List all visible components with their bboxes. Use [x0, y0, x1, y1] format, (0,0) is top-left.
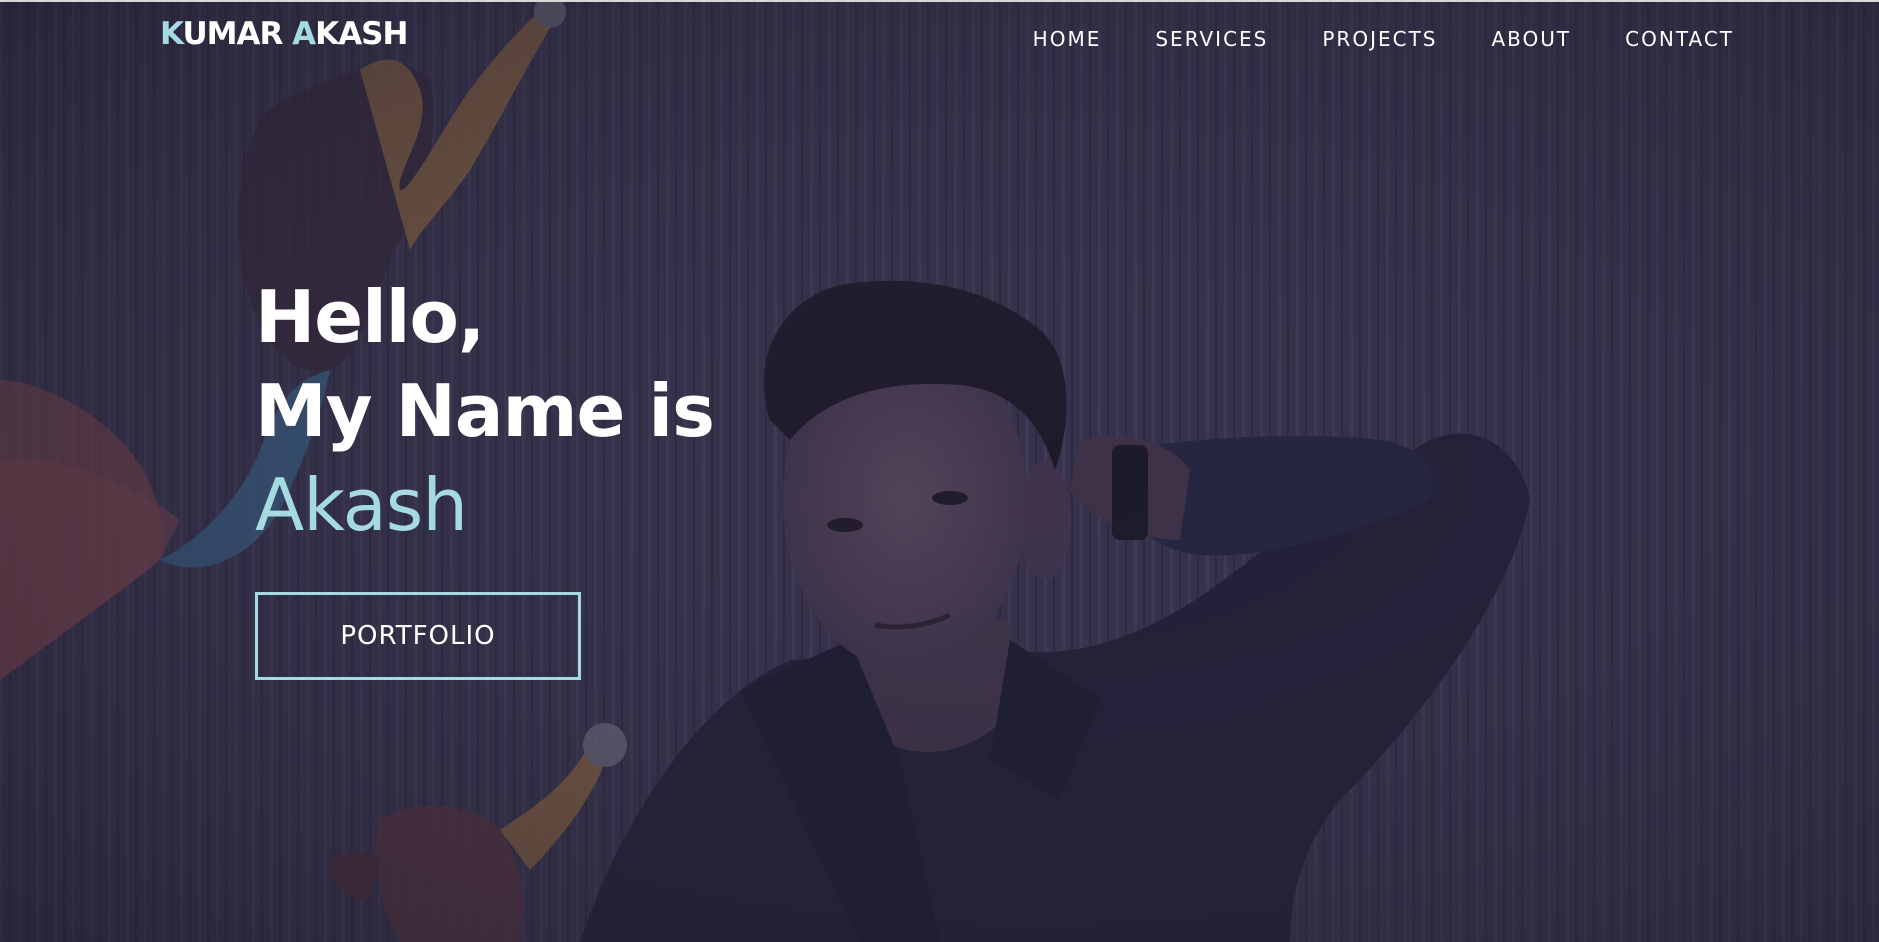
top-navbar: KUMAR AKASH HOME SERVICES PROJECTS ABOUT…: [0, 2, 1879, 76]
hero-headline: Hello, My Name is Akash: [255, 270, 715, 552]
hero-greeting: Hello,: [255, 275, 485, 359]
hero-name: Akash: [255, 463, 468, 547]
nav-link-projects[interactable]: PROJECTS: [1322, 27, 1437, 51]
logo-last-initial: A: [292, 16, 316, 52]
portfolio-button[interactable]: PORTFOLIO: [255, 592, 581, 680]
nav-link-contact[interactable]: CONTACT: [1625, 27, 1734, 51]
nav-link-services[interactable]: SERVICES: [1155, 27, 1268, 51]
logo-first-initial: K: [160, 16, 184, 52]
logo-last-rest: KASH: [315, 16, 408, 52]
hero-intro: My Name is: [255, 369, 715, 453]
nav-link-home[interactable]: HOME: [1033, 27, 1102, 51]
hero-section: KUMAR AKASH HOME SERVICES PROJECTS ABOUT…: [0, 0, 1879, 942]
site-logo[interactable]: KUMAR AKASH: [160, 16, 408, 52]
nav-links: HOME SERVICES PROJECTS ABOUT CONTACT: [1033, 27, 1734, 51]
nav-link-about[interactable]: ABOUT: [1492, 27, 1572, 51]
logo-first-rest: UMAR: [182, 16, 293, 52]
